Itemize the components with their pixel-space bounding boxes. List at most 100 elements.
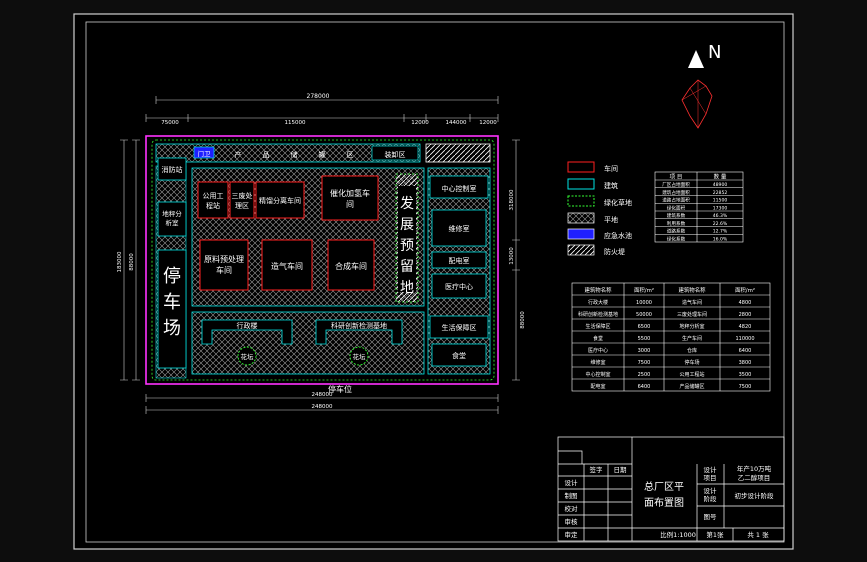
parking-label: 停车场	[163, 266, 181, 339]
tb-scale: 比例1:1000	[660, 530, 696, 539]
distribution-label: 配电室	[449, 256, 470, 265]
tb-row-label: 审定	[565, 530, 579, 539]
stats-cell: 建筑占地面积	[662, 189, 690, 196]
stats-cell: 12.7%	[713, 229, 728, 235]
dim-top-d: 144000	[446, 120, 467, 126]
area-cell: 3800	[739, 360, 752, 366]
stats-cell: 绿化面积	[667, 204, 686, 211]
tb-stage-label: 设计	[704, 486, 718, 495]
area-cell: 3500	[739, 372, 752, 378]
living-label: 生活保障区	[442, 323, 477, 332]
control-room-label: 中心控制室	[442, 184, 477, 193]
dim-left-b: 88000	[129, 253, 135, 271]
stats-cell: 绿化系数	[667, 235, 686, 242]
stats-cell: 17300	[713, 205, 728, 211]
svg-text:产: 产	[235, 150, 242, 159]
tb-drawing-no: 图号	[704, 513, 718, 521]
svg-text:罐: 罐	[319, 150, 326, 159]
stats-cell: 厂区占地面积	[662, 181, 690, 188]
area-cell: 7500	[739, 384, 752, 390]
dim-right-a: 318000	[509, 189, 515, 210]
stats-cell: 道路占地面积	[662, 197, 690, 204]
tb-row-label: 审核	[565, 517, 579, 526]
synthesis-label: 合成车间	[335, 261, 367, 271]
stats-header: 数 量	[714, 173, 727, 181]
stats-cell: 16.0%	[713, 236, 728, 242]
tb-project-label: 项目	[704, 474, 717, 482]
area-header: 建筑物名称	[679, 286, 707, 294]
area-cell: 三废处理车间	[677, 311, 707, 318]
garden-2-label: 花坛	[353, 352, 367, 361]
area-cell: 4800	[739, 300, 752, 306]
tb-stage-label: 阶段	[704, 494, 718, 503]
area-cell: 6400	[638, 384, 651, 390]
firewall-area	[425, 143, 491, 163]
area-cell: 行政大楼	[588, 299, 608, 306]
tb-project-label: 设计	[704, 465, 718, 474]
dim-top-c: 12000	[411, 120, 429, 126]
area-cell: 产品储罐区	[679, 383, 704, 390]
repair-label: 维修室	[449, 224, 470, 233]
stats-cell: 46.3%	[713, 213, 728, 219]
area-cell: 生产车间	[682, 335, 702, 342]
area-header: 面积/m²	[634, 287, 654, 294]
north-label: N	[708, 42, 721, 63]
area-cell: 10000	[636, 300, 652, 306]
stats-header: 项 目	[670, 174, 683, 181]
area-cell: 仓库	[687, 347, 697, 354]
tb-project-value: 乙二醇项目	[738, 473, 771, 482]
bottom-parking-label: 停车位	[328, 384, 352, 394]
tb-total: 共 1 张	[747, 530, 769, 539]
cad-viewport: N 278000 75000 115000 12000 144000 12000…	[0, 0, 867, 562]
dim-right-c: 88000	[520, 311, 526, 329]
area-cell: 2800	[739, 312, 752, 318]
area-cell: 5500	[638, 336, 651, 342]
legend-label: 建筑	[604, 181, 618, 190]
area-cell: 6400	[739, 348, 752, 354]
area-cell: 2500	[638, 372, 651, 378]
tb-col-sign: 签字	[590, 465, 604, 474]
area-cell: 7500	[638, 360, 651, 366]
dim-bottom-b: 248000	[312, 404, 333, 410]
canteen-label: 食堂	[452, 351, 466, 360]
legend-label: 绿化草地	[604, 198, 632, 207]
stats-cell: 道路系数	[667, 228, 686, 235]
tb-row-label: 校对	[565, 504, 579, 513]
stats-cell: 22.6%	[713, 221, 728, 227]
area-cell: 配电室	[590, 383, 605, 390]
svg-text:品: 品	[263, 151, 270, 159]
dim-top-a: 75000	[161, 120, 179, 126]
stats-cell: 22852	[713, 190, 728, 196]
dim-left-a: 183000	[117, 251, 123, 272]
stats-cell: 利用系数	[667, 220, 686, 227]
area-header: 面积/m²	[735, 287, 755, 294]
area-cell: 造气车间	[682, 299, 702, 306]
tb-project-value: 年产10万吨	[737, 464, 772, 473]
legend-label: 车间	[604, 164, 618, 173]
dim-top-total: 278000	[307, 93, 330, 100]
legend-label: 应急水池	[604, 231, 632, 240]
office-label: 行政楼	[237, 321, 258, 330]
area-cell: 食堂	[593, 335, 603, 342]
area-cell: 50000	[636, 312, 652, 318]
garden-1-label: 花坛	[241, 352, 255, 361]
tb-stage-value: 初步设计阶段	[735, 491, 775, 500]
reserve-label: 发展预留地	[400, 196, 414, 296]
dim-top-b: 115000	[285, 120, 306, 126]
area-cell: 3000	[638, 348, 651, 354]
medical-label: 医疗中心	[445, 282, 473, 291]
tb-sheet: 第1张	[706, 530, 724, 539]
legend-label: 防火堤	[604, 247, 625, 256]
stats-cell: 48900	[713, 182, 728, 188]
area-header: 建筑物名称	[585, 286, 613, 294]
area-cell: 维修室	[590, 359, 605, 366]
legend-label: 平地	[604, 215, 618, 224]
area-cell: 生活保障区	[585, 323, 610, 330]
loading-area-label: 装卸区	[385, 150, 406, 159]
area-cell: 地秤分析室	[679, 323, 704, 330]
tb-row-label: 制图	[565, 491, 578, 500]
refining-label: 精馏分离车间	[259, 196, 301, 205]
site-plan-drawing: N 278000 75000 115000 12000 144000 12000…	[0, 0, 867, 562]
area-cell: 6500	[638, 324, 651, 330]
research-label: 科研创新检测基地	[331, 321, 387, 330]
